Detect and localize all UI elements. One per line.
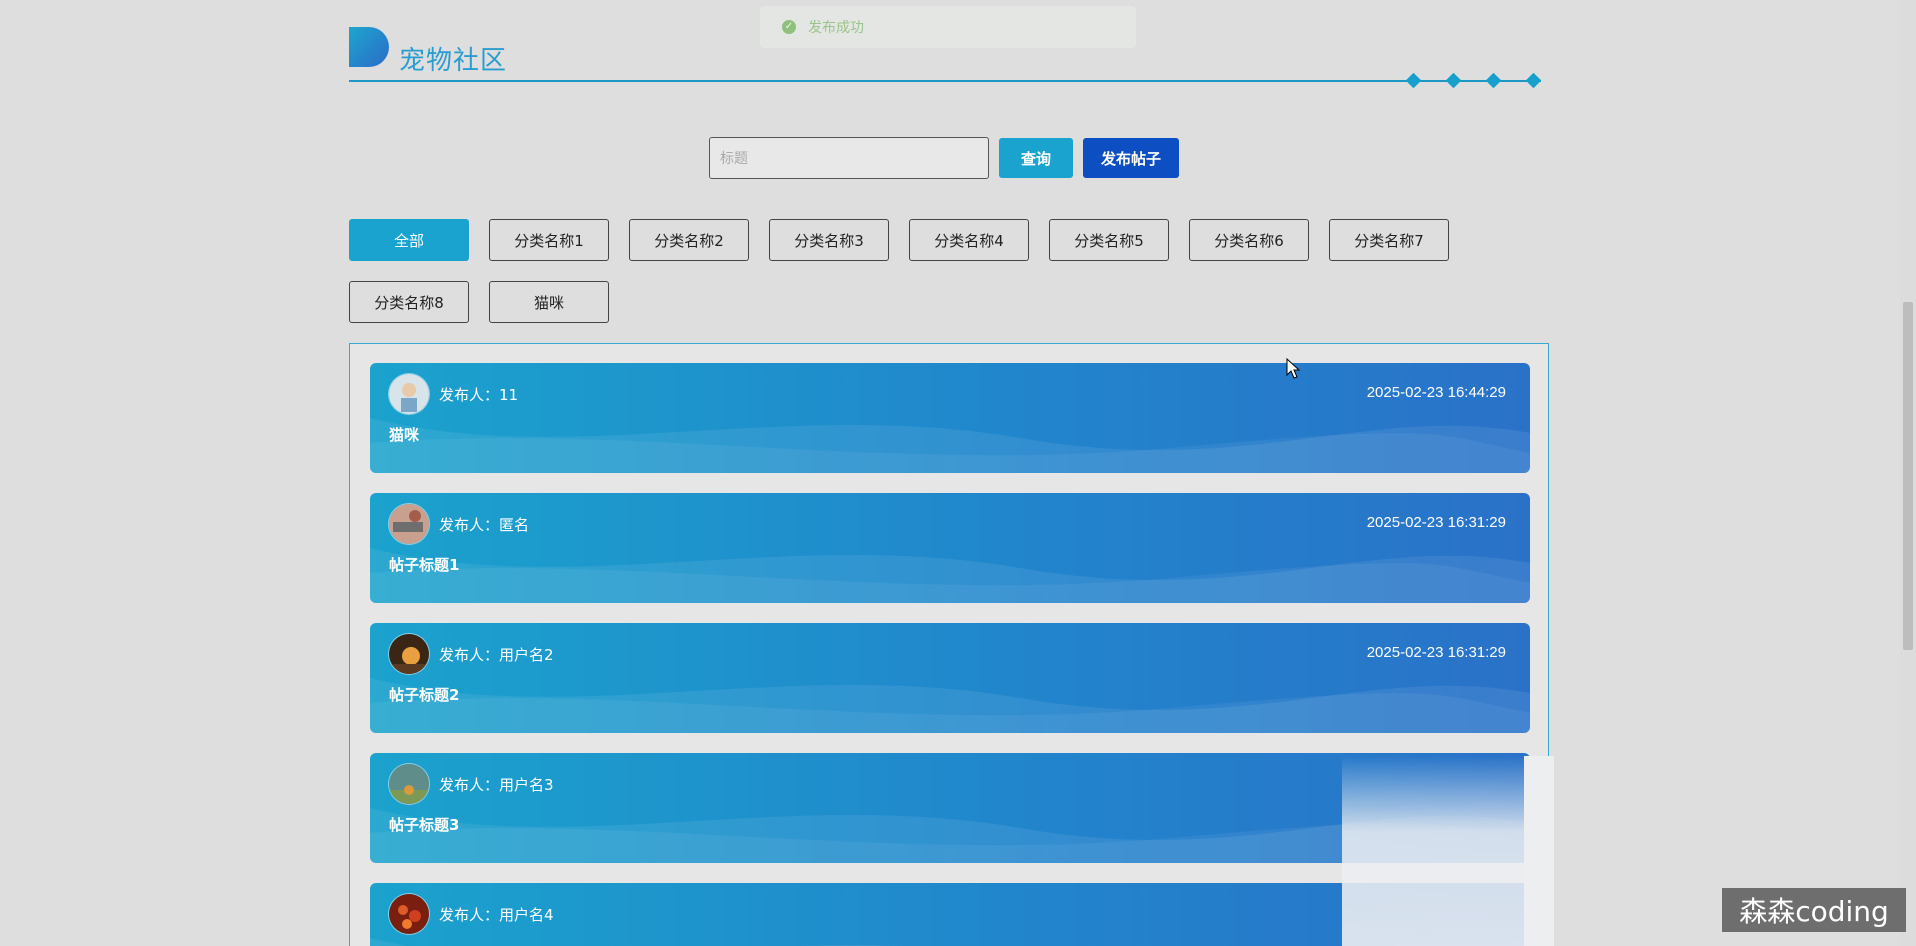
post-card[interactable]: 发布人：匿名 2025-02-23 16:31:29 帖子标题1 — [370, 493, 1530, 603]
toast-message: 发布成功 — [808, 19, 864, 35]
post-time: 2025-02-23 16:31:29 — [1366, 644, 1506, 661]
category-all[interactable]: 全部 — [349, 219, 469, 261]
diamond-decoration-icon — [1445, 72, 1462, 89]
diamond-decoration-icon — [1525, 72, 1542, 89]
wave-decoration — [370, 678, 1530, 733]
watermark: 森森coding — [1722, 888, 1906, 932]
post-author: 发布人：用户名4 — [439, 906, 554, 924]
header-divider — [349, 80, 1541, 82]
post-author: 发布人：用户名2 — [439, 646, 554, 664]
post-author: 发布人：11 — [439, 386, 519, 404]
category-item[interactable]: 分类名称6 — [1189, 219, 1309, 261]
blurred-region — [1342, 756, 1542, 946]
check-circle-icon: ✓ — [782, 20, 796, 34]
post-title: 帖子标题2 — [389, 686, 460, 704]
post-title: 帖子标题3 — [389, 816, 460, 834]
category-item[interactable]: 分类名称3 — [769, 219, 889, 261]
post-title: 帖子标题1 — [389, 556, 460, 574]
query-button[interactable]: 查询 — [999, 138, 1073, 178]
avatar — [389, 374, 429, 414]
avatar — [389, 764, 429, 804]
page: ✓ 发布成功 宠物社区 查询 发布帖子 全部 分类名称1 分类名称2 分类名称3… — [0, 0, 1916, 946]
category-item[interactable]: 分类名称5 — [1049, 219, 1169, 261]
wave-decoration — [370, 418, 1530, 473]
post-time: 2025-02-23 16:31:29 — [1366, 514, 1506, 531]
category-item[interactable]: 分类名称2 — [629, 219, 749, 261]
avatar — [389, 894, 429, 934]
diamond-decoration-icon — [1405, 72, 1422, 89]
avatar — [389, 504, 429, 544]
title-search-input[interactable] — [709, 137, 989, 179]
category-item[interactable]: 分类名称4 — [909, 219, 1029, 261]
mouse-cursor-icon — [1286, 358, 1300, 379]
avatar — [389, 634, 429, 674]
scrollbar-thumb[interactable] — [1903, 302, 1913, 650]
category-item[interactable]: 分类名称8 — [349, 281, 469, 323]
category-item[interactable]: 分类名称7 — [1329, 219, 1449, 261]
post-card[interactable]: 发布人：11 2025-02-23 16:44:29 猫咪 — [370, 363, 1530, 473]
blurred-region — [1524, 756, 1554, 946]
post-card[interactable]: 发布人：用户名2 2025-02-23 16:31:29 帖子标题2 — [370, 623, 1530, 733]
page-scrollbar[interactable] — [1900, 0, 1916, 946]
post-author: 发布人：匿名 — [439, 516, 530, 534]
success-toast: ✓ 发布成功 — [760, 6, 1136, 48]
category-item[interactable]: 猫咪 — [489, 281, 609, 323]
post-title: 猫咪 — [389, 426, 420, 444]
post-author: 发布人：用户名3 — [439, 776, 554, 794]
post-time: 2025-02-23 16:44:29 — [1366, 384, 1506, 401]
publish-post-button[interactable]: 发布帖子 — [1083, 138, 1179, 178]
diamond-decoration-icon — [1485, 72, 1502, 89]
wave-decoration — [370, 548, 1530, 603]
logo-icon — [349, 27, 389, 67]
page-title: 宠物社区 — [399, 46, 508, 76]
category-item[interactable]: 分类名称1 — [489, 219, 609, 261]
